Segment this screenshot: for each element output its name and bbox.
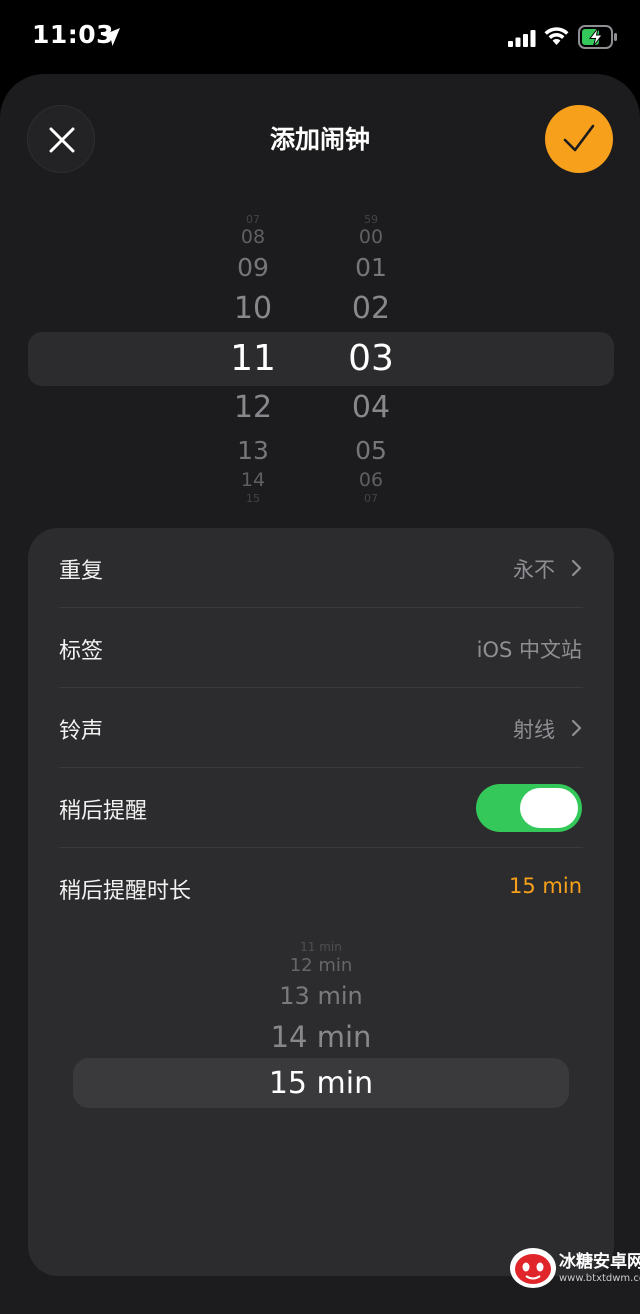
sheet-title: 添加闹钟: [269, 125, 370, 154]
repeat-row[interactable]: 重复 永不: [59, 528, 583, 608]
snooze-duration-option[interactable]: 14 min: [28, 1022, 614, 1052]
label-label: 标签: [59, 639, 104, 664]
wifi-icon: [544, 27, 569, 45]
snooze-duration-selected[interactable]: 15 min: [28, 1069, 614, 1099]
hour-selected[interactable]: 11: [213, 341, 293, 377]
snooze-toggle[interactable]: [476, 784, 582, 832]
confirm-button[interactable]: [545, 105, 613, 173]
snooze-duration-label: 稍后提醒时长: [59, 879, 192, 904]
time-picker-selection-bar: [28, 332, 614, 386]
label-value: iOS 中文站: [476, 638, 582, 662]
snooze-duration-value: 15 min: [509, 874, 582, 898]
watermark-logo: [510, 1248, 556, 1288]
hour-option[interactable]: 07: [213, 214, 293, 225]
settings-card: 重复 永不 标签 iOS 中文站 铃声 射线 稍后提醒 稍后提醒时长 15 mi…: [28, 528, 614, 1276]
watermark-title: 冰糖安卓网: [559, 1252, 640, 1272]
snooze-duration-option[interactable]: 13 min: [28, 984, 614, 1008]
toggle-knob: [520, 788, 578, 828]
minute-selected[interactable]: 03: [331, 341, 411, 377]
checkmark-icon: [563, 124, 595, 152]
battery-charging-icon: [578, 25, 617, 49]
minute-option[interactable]: 00: [331, 227, 411, 247]
snooze-duration-option[interactable]: 11 min: [28, 941, 614, 953]
minute-option[interactable]: 06: [331, 470, 411, 490]
sound-label: 铃声: [59, 719, 104, 744]
chevron-right-icon: [571, 719, 582, 737]
hour-option[interactable]: 15: [213, 493, 293, 504]
hour-option[interactable]: 09: [213, 255, 293, 280]
snooze-label: 稍后提醒: [59, 799, 148, 824]
add-alarm-sheet: 添加闹钟 07 08 09 10 11 12 13 14 15 59 00 01 02 03 04 05 06 0…: [0, 74, 640, 1314]
minute-option[interactable]: 05: [331, 438, 411, 463]
repeat-label: 重复: [59, 559, 104, 584]
minute-option[interactable]: 02: [331, 294, 411, 324]
minute-option[interactable]: 07: [331, 493, 411, 504]
snooze-duration-row[interactable]: 稍后提醒时长 15 min: [59, 848, 583, 928]
chevron-right-icon: [571, 559, 582, 577]
snooze-duration-option[interactable]: 12 min: [28, 957, 614, 975]
watermark-url: www.btxtdwm.com: [559, 1273, 640, 1284]
status-bar: 11:03: [0, 0, 640, 74]
repeat-value: 永不: [513, 558, 555, 582]
minute-option[interactable]: 59: [331, 214, 411, 225]
location-arrow-icon: [102, 28, 120, 46]
watermark: 冰糖安卓网 www.btxtdwm.com: [508, 1240, 640, 1296]
minute-option[interactable]: 04: [331, 393, 411, 423]
hour-option[interactable]: 12: [213, 393, 293, 423]
sound-row[interactable]: 铃声 射线: [59, 688, 583, 768]
minute-option[interactable]: 01: [331, 255, 411, 280]
hour-option[interactable]: 10: [213, 294, 293, 324]
label-row[interactable]: 标签 iOS 中文站: [59, 608, 583, 688]
hour-option[interactable]: 13: [213, 438, 293, 463]
hour-option[interactable]: 08: [213, 227, 293, 247]
snooze-row: 稍后提醒: [59, 768, 583, 848]
sound-value: 射线: [513, 718, 555, 742]
hour-option[interactable]: 14: [213, 470, 293, 490]
cellular-signal-icon: [508, 30, 536, 47]
